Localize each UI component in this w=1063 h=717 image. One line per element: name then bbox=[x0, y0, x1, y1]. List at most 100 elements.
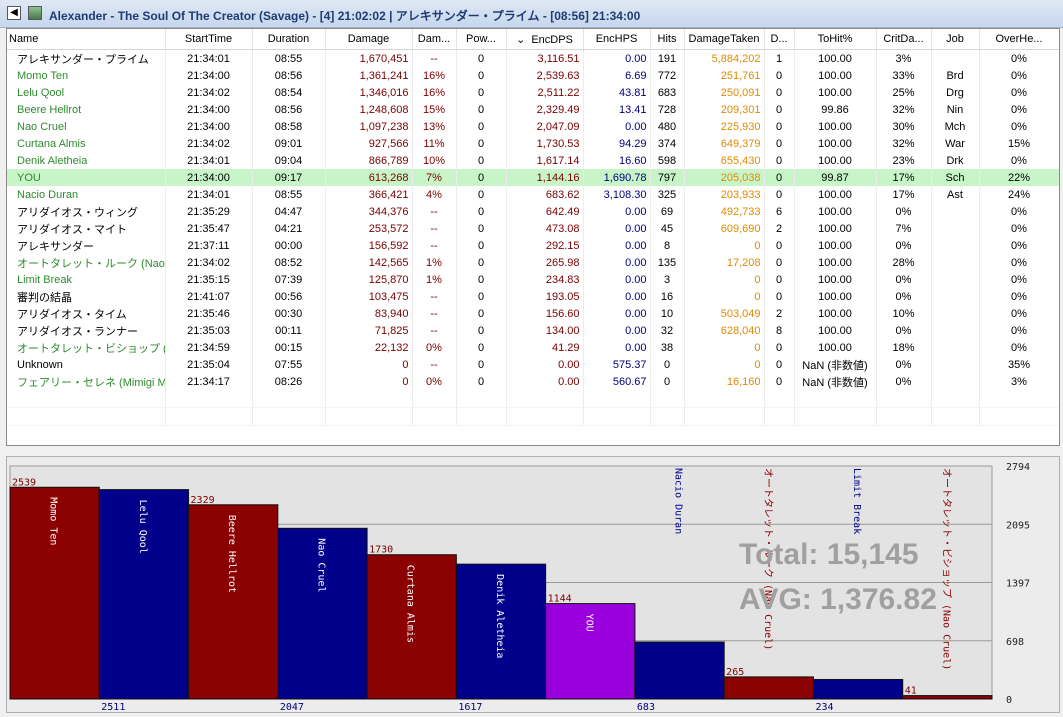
column-header-hits[interactable]: Hits bbox=[650, 29, 685, 50]
cell-over: 0% bbox=[979, 339, 1059, 356]
cell-tohit: 100.00 bbox=[794, 118, 877, 135]
cell-dur: 00:15 bbox=[252, 339, 326, 356]
cell-hits: 191 bbox=[650, 49, 685, 67]
cell-dmgp: 16% bbox=[412, 84, 457, 101]
cell-taken: 628,040 bbox=[684, 322, 765, 339]
cell-hits: 480 bbox=[650, 118, 685, 135]
cell-start: 21:41:07 bbox=[165, 288, 253, 305]
cell-over: 0% bbox=[979, 237, 1059, 254]
cell-dmgp: 0% bbox=[412, 339, 457, 356]
cell-name: フェアリー・セレネ (Mimigi Migi) bbox=[7, 373, 166, 390]
cell-job bbox=[931, 203, 980, 220]
column-header-encdps[interactable]: ⌄ EncDPS bbox=[506, 29, 584, 50]
cell-dmg: 22,132 bbox=[325, 339, 413, 356]
column-header-enchps[interactable]: EncHPS bbox=[583, 29, 651, 50]
cell-over: 0% bbox=[979, 220, 1059, 237]
table-row[interactable]: アリダイオス・タイム 21:35:46 00:30 83,940 -- 0 156.60 0.… bbox=[7, 305, 1059, 322]
empty-cell bbox=[583, 390, 651, 408]
cell-dur: 09:04 bbox=[252, 152, 326, 169]
empty-cell bbox=[650, 390, 685, 408]
cell-over: 22% bbox=[979, 169, 1059, 186]
table-row[interactable]: アレキサンダー・プライム 21:34:01 08:55 1,670,451 -- 0 3,1… bbox=[7, 49, 1059, 67]
cell-over: 35% bbox=[979, 356, 1059, 373]
cell-dur: 07:39 bbox=[252, 271, 326, 288]
cell-name: アレキサンダー bbox=[7, 237, 166, 254]
column-header-label: DamageTaken bbox=[688, 33, 760, 45]
table-row[interactable]: Momo Ten 21:34:00 08:56 1,361,241 16% 0 2,539.… bbox=[7, 67, 1059, 84]
cell-start: 21:35:15 bbox=[165, 271, 253, 288]
column-header-start[interactable]: StartTime bbox=[165, 29, 253, 50]
cell-enchps: 94.29 bbox=[583, 135, 651, 152]
bar-name-label: Lelu Qool bbox=[137, 500, 148, 554]
cell-hits: 0 bbox=[650, 373, 685, 390]
empty-cell bbox=[506, 407, 584, 426]
table-row[interactable]: Nao Cruel 21:34:00 08:58 1,097,238 13% 0 2,047… bbox=[7, 118, 1059, 135]
cell-tohit: 100.00 bbox=[794, 254, 877, 271]
table-row[interactable]: Denik Aletheia 21:34:01 09:04 866,789 10% 0 1,… bbox=[7, 152, 1059, 169]
bar-name-label: Nacio Duran bbox=[673, 468, 684, 534]
cell-start: 21:34:17 bbox=[165, 373, 253, 390]
picture-icon[interactable] bbox=[28, 6, 42, 20]
column-header-label: D... bbox=[770, 33, 788, 45]
cell-pow: 0 bbox=[456, 271, 507, 288]
cell-dur: 04:21 bbox=[252, 220, 326, 237]
cell-dmgp: -- bbox=[412, 322, 457, 339]
cell-hits: 16 bbox=[650, 288, 685, 305]
cell-dur: 08:26 bbox=[252, 373, 326, 390]
cell-enchps: 0.00 bbox=[583, 254, 651, 271]
table-row[interactable]: Lelu Qool 21:34:02 08:54 1,346,016 16% 0 2,511… bbox=[7, 84, 1059, 101]
cell-encdps: 156.60 bbox=[506, 305, 584, 322]
column-header-job[interactable]: Job bbox=[931, 29, 980, 50]
combatants-table[interactable]: Name StartTime Duration Damage Dam... Pow... ⌄… bbox=[6, 28, 1060, 446]
table-row[interactable]: 審判の結晶 21:41:07 00:56 103,475 -- 0 193.05 0.00 16… bbox=[7, 288, 1059, 305]
column-header-pow[interactable]: Pow... bbox=[456, 29, 507, 50]
column-header-label: ToHit% bbox=[817, 33, 853, 45]
cell-d: 1 bbox=[764, 49, 795, 67]
cell-d: 0 bbox=[764, 84, 795, 101]
table-row[interactable]: Unknown 21:35:04 07:55 0 -- 0 0.00 575.37 0 0 0 NaN… bbox=[7, 356, 1059, 373]
back-arrow-icon[interactable]: ◀ bbox=[7, 6, 21, 20]
table-row[interactable]: Curtana Almis 21:34:02 09:01 927,566 11% 0 1,7… bbox=[7, 135, 1059, 152]
cell-crit: 32% bbox=[876, 135, 932, 152]
cell-taken: 16,160 bbox=[684, 373, 765, 390]
column-header-dur[interactable]: Duration bbox=[252, 29, 326, 50]
cell-pow: 0 bbox=[456, 135, 507, 152]
table-row[interactable]: フェアリー・セレネ (Mimigi Migi) 21:34:17 08:26 0 0% 0… bbox=[7, 373, 1059, 390]
table-row[interactable]: Beere Hellrot 21:34:00 08:56 1,248,608 15% 0 2… bbox=[7, 101, 1059, 118]
cell-dmgp: 16% bbox=[412, 67, 457, 84]
cell-encdps: 193.05 bbox=[506, 288, 584, 305]
cell-encdps: 2,329.49 bbox=[506, 101, 584, 118]
table-row[interactable]: YOU 21:34:00 09:17 613,268 7% 0 1,144.16 1,690.… bbox=[7, 169, 1059, 186]
cell-crit: 30% bbox=[876, 118, 932, 135]
column-header-taken[interactable]: DamageTaken bbox=[684, 29, 765, 50]
table-row[interactable]: オートタレット・ルーク (Nao Cr...21:34:0208:52142,5… bbox=[7, 254, 1059, 271]
column-header-d[interactable]: D... bbox=[764, 29, 795, 50]
cell-job: Mch bbox=[931, 118, 980, 135]
column-header-crit[interactable]: CritDa... bbox=[876, 29, 932, 50]
table-row[interactable]: オートタレット・ビショップ (Nao ...21:34:5900:1522,13… bbox=[7, 339, 1059, 356]
column-header-tohit[interactable]: ToHit% bbox=[794, 29, 877, 50]
table-row[interactable]: Limit Break 21:35:15 07:39 125,870 1% 0 234.83… bbox=[7, 271, 1059, 288]
column-header-over[interactable]: OverHe... bbox=[979, 29, 1059, 50]
table-row[interactable]: アリダイオス・ウィング 21:35:29 04:47 344,376 -- 0 642.49… bbox=[7, 203, 1059, 220]
cell-taken: 209,301 bbox=[684, 101, 765, 118]
table-row[interactable]: Nacio Duran 21:34:01 08:55 366,421 4% 0 683.62… bbox=[7, 186, 1059, 203]
empty-cell bbox=[456, 407, 507, 426]
table-row[interactable]: アリダイオス・ランナー 21:35:03 00:11 71,825 -- 0 134.00 0… bbox=[7, 322, 1059, 339]
column-header-dmg[interactable]: Damage bbox=[325, 29, 413, 50]
cell-dmg: 156,592 bbox=[325, 237, 413, 254]
column-header-name[interactable]: Name bbox=[7, 29, 166, 50]
window-title: Alexander - The Soul Of The Creator (Sav… bbox=[49, 9, 641, 23]
avg-text: AVG: 1,376.82 bbox=[739, 583, 937, 616]
bar-name-label: Nao Cruel bbox=[315, 538, 326, 592]
table-row[interactable]: アリダイオス・マイト 21:35:47 04:21 253,572 -- 0 473.08 0… bbox=[7, 220, 1059, 237]
column-header-dmgp[interactable]: Dam... bbox=[412, 29, 457, 50]
cell-over: 0% bbox=[979, 49, 1059, 67]
column-header-label: EncHPS bbox=[595, 33, 638, 45]
cell-name: YOU bbox=[7, 169, 166, 186]
cell-job bbox=[931, 220, 980, 237]
cell-name: 審判の結晶 bbox=[7, 288, 166, 305]
cell-encdps: 265.98 bbox=[506, 254, 584, 271]
cell-name: アリダイオス・マイト bbox=[7, 220, 166, 237]
table-row[interactable]: アレキサンダー 21:37:11 00:00 156,592 -- 0 292.15 0.00… bbox=[7, 237, 1059, 254]
